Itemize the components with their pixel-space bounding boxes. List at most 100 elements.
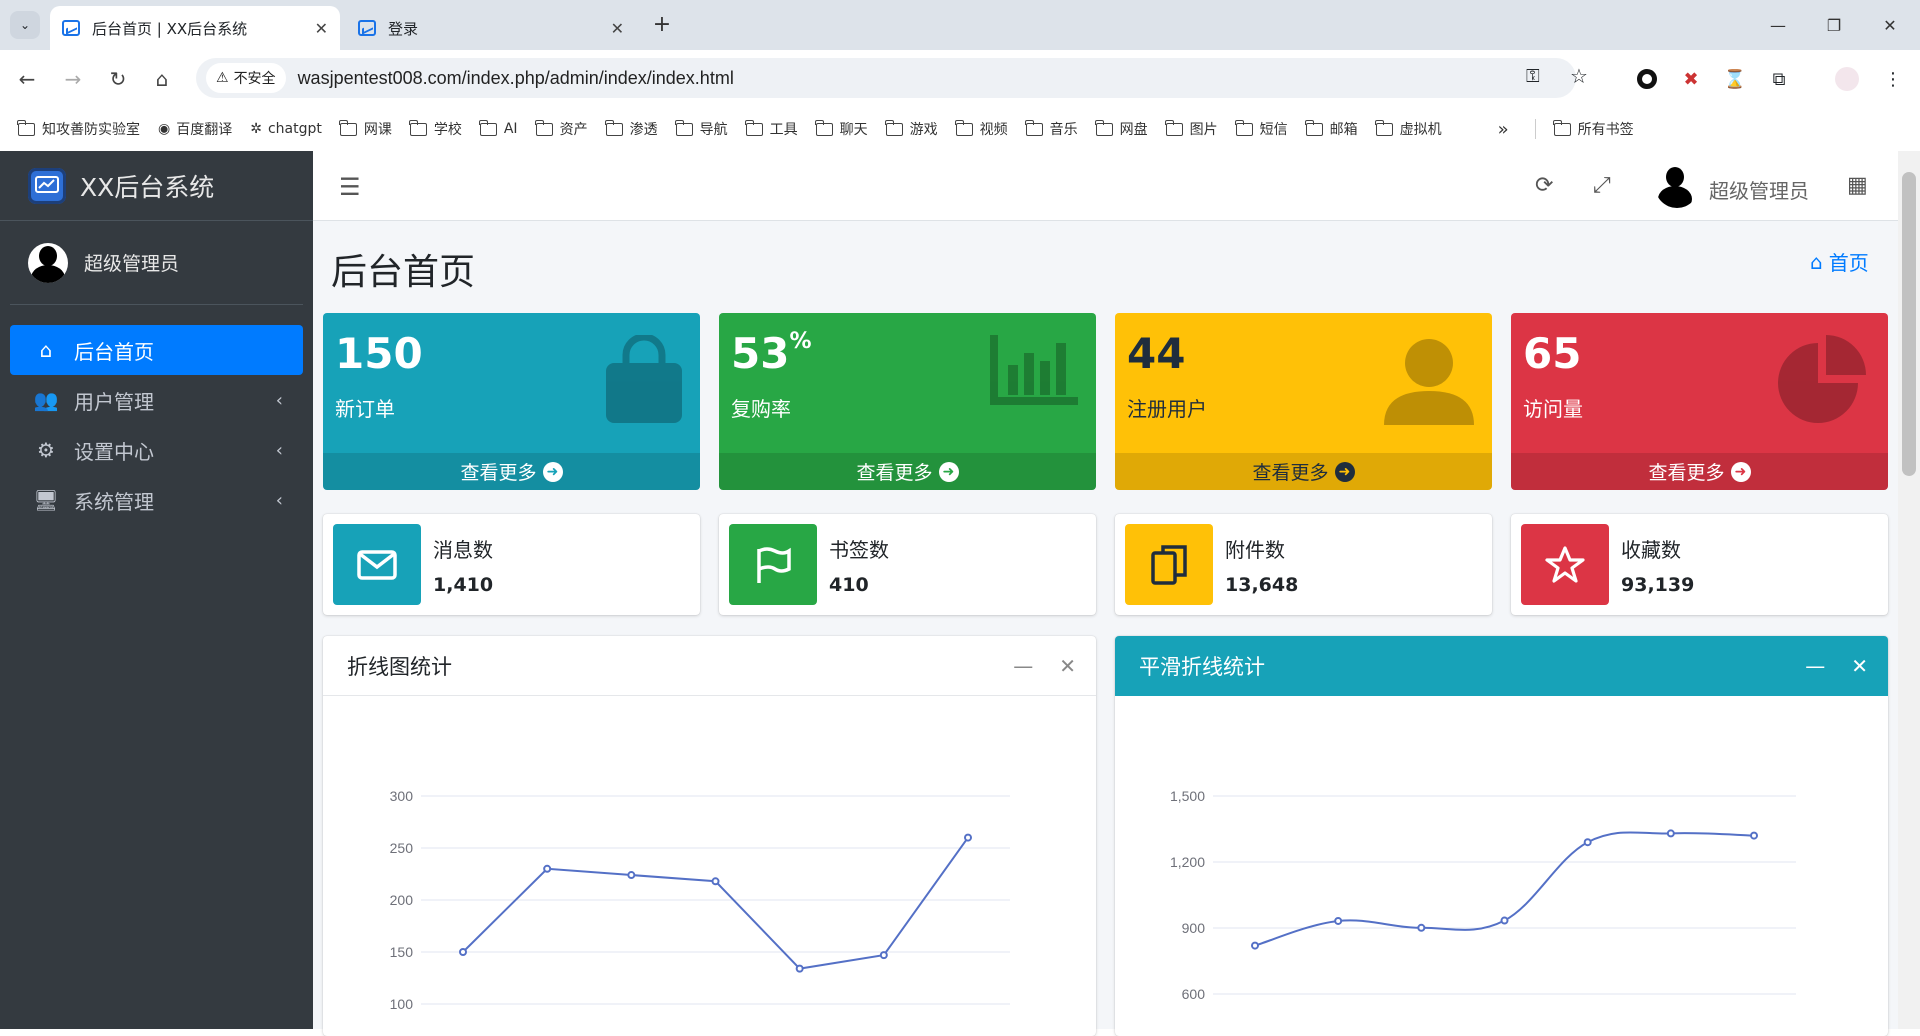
restore-button[interactable]: ❐ [1806, 0, 1862, 50]
y-tick-label: 300 [390, 788, 414, 804]
bookmark-item[interactable]: 知攻善防实验室 [17, 119, 140, 139]
bookmark-item[interactable]: 图片 [1164, 119, 1218, 139]
bookmark-item[interactable]: 网盘 [1094, 119, 1148, 139]
close-tab-icon[interactable]: ✕ [611, 19, 624, 38]
data-point[interactable] [1334, 916, 1343, 925]
y-tick-label: 900 [1182, 920, 1206, 936]
bookmark-item[interactable]: 资产 [534, 119, 588, 139]
url-text[interactable]: wasjpentest008.com/index.php/admin/index… [298, 68, 734, 89]
data-point[interactable] [879, 951, 888, 960]
minus-icon[interactable]: — [1013, 654, 1033, 678]
bookmark-item[interactable]: AI [478, 119, 518, 137]
pie-chart-icon [1778, 335, 1870, 427]
bookmark-item[interactable]: 导航 [674, 119, 728, 139]
bookmark-item[interactable]: 游戏 [884, 119, 938, 139]
user-panel[interactable]: 超级管理员 [10, 221, 303, 305]
data-point[interactable] [795, 964, 804, 973]
bookmark-item[interactable]: ◉ 百度翻译 [158, 119, 232, 139]
home-icon: ⌂ [39, 338, 53, 362]
chevron-left-icon: ‹ [275, 389, 283, 411]
extension-circle-icon[interactable] [1632, 64, 1662, 94]
bookmark-item[interactable]: 短信 [1234, 119, 1288, 139]
data-point[interactable] [1417, 923, 1426, 932]
data-point[interactable] [711, 877, 720, 886]
sidebar-item-label: 设置中心 [74, 439, 154, 464]
folder-icon [1024, 119, 1043, 136]
data-point[interactable] [543, 864, 552, 873]
bookmark-item[interactable]: 渗透 [604, 119, 658, 139]
extensions-puzzle-icon[interactable]: ⧉ [1764, 64, 1794, 94]
bookmark-item[interactable]: 视频 [954, 119, 1008, 139]
new-tab-button[interactable]: + [648, 10, 676, 38]
minus-icon[interactable]: — [1805, 654, 1825, 678]
user-icon [1384, 335, 1474, 429]
sidebar-item-settings[interactable]: ⚙ 设置中心 ‹ [10, 425, 303, 475]
info-box-attachments: 附件数 13,648 [1115, 514, 1492, 615]
reload-icon[interactable]: ↻ [103, 64, 133, 94]
tab-search-button[interactable]: ⌄ [10, 11, 40, 39]
stat-more-link[interactable]: 查看更多 ➜ [1511, 453, 1888, 490]
data-point[interactable] [1666, 829, 1675, 838]
folder-icon [17, 119, 35, 136]
info-box-favorites: 收藏数 93,139 [1511, 514, 1888, 615]
sidebar-item-label: 后台首页 [74, 339, 154, 364]
forward-icon[interactable]: → [58, 64, 88, 94]
chevron-left-icon: ‹ [275, 489, 283, 511]
extension-x-icon[interactable]: ✖ [1676, 64, 1706, 94]
refresh-icon[interactable]: ⟳ [1535, 173, 1553, 198]
close-tab-icon[interactable]: ✕ [315, 19, 328, 38]
home-icon[interactable]: ⌂ [147, 64, 177, 94]
user-name: 超级管理员 [84, 253, 180, 275]
data-point[interactable] [1583, 838, 1592, 847]
bookmark-item[interactable]: 邮箱 [1304, 119, 1358, 139]
key-icon[interactable]: ⚿ [1526, 66, 1540, 87]
browser-tab[interactable]: 登录 ✕ [346, 6, 636, 50]
bookmark-item[interactable]: 音乐 [1024, 119, 1078, 139]
sidebar-item-users[interactable]: 👥 用户管理 ‹ [10, 375, 303, 425]
bookmark-item[interactable]: 虚拟机 [1374, 119, 1442, 139]
bookmark-item[interactable]: 工具 [744, 119, 798, 139]
data-point[interactable] [1251, 941, 1259, 950]
back-icon[interactable]: ← [12, 64, 42, 94]
profile-avatar[interactable] [1832, 64, 1862, 94]
star-icon[interactable]: ☆ [1570, 64, 1588, 88]
close-icon[interactable]: ✕ [1851, 654, 1868, 678]
bookmark-item[interactable]: ✲ chatgpt [250, 121, 322, 137]
bookmark-item[interactable]: 网课 [338, 119, 392, 139]
hamburger-menu-icon[interactable]: ☰ [339, 173, 361, 201]
minimize-button[interactable]: — [1750, 0, 1806, 50]
browser-tab-active[interactable]: 后台首页 | XX后台系统 ✕ [50, 6, 340, 50]
all-bookmarks[interactable]: 所有书签 [1534, 119, 1634, 139]
info-value: 1,410 [433, 574, 494, 596]
address-bar[interactable]: ⚠ 不安全 wasjpentest008.com/index.php/admin… [196, 58, 1588, 98]
close-window-button[interactable]: ✕ [1862, 0, 1918, 50]
security-indicator[interactable]: ⚠ 不安全 [206, 63, 286, 93]
page-title: 后台首页 [331, 252, 476, 293]
flag-icon [729, 524, 817, 605]
data-point[interactable] [964, 833, 972, 842]
brand-link[interactable]: XX后台系统 [0, 151, 313, 221]
avatar[interactable] [1655, 164, 1699, 208]
bookmarks-overflow-button[interactable]: » [1498, 119, 1509, 140]
data-point[interactable] [1500, 916, 1509, 925]
bookmark-item[interactable]: 学校 [408, 119, 462, 139]
data-point[interactable] [627, 871, 636, 880]
extension-hourglass-icon[interactable]: ⌛ [1720, 64, 1750, 94]
sidebar-item-system[interactable]: 🖥 系统管理 ‹ [10, 475, 303, 525]
breadcrumb[interactable]: ⌂ 首页 [1810, 247, 1869, 276]
sidebar-item-home[interactable]: ⌂ 后台首页 [10, 325, 303, 375]
stat-more-link[interactable]: 查看更多 ➜ [1115, 453, 1492, 490]
data-point[interactable] [459, 948, 467, 956]
stat-more-link[interactable]: 查看更多 ➜ [323, 453, 700, 490]
bookmark-item[interactable]: 聊天 [814, 119, 868, 139]
browser-menu-icon[interactable]: ⋮ [1878, 64, 1908, 94]
scrollbar-thumb[interactable] [1902, 172, 1916, 476]
y-tick-label: 200 [390, 892, 414, 908]
fullscreen-icon[interactable]: ⤢ [1593, 173, 1611, 198]
folder-icon [744, 119, 763, 136]
navbar-user-name[interactable]: 超级管理员 [1709, 175, 1809, 204]
grid-apps-icon[interactable]: ▦ [1847, 173, 1868, 198]
stat-more-link[interactable]: 查看更多 ➜ [719, 453, 1096, 490]
close-icon[interactable]: ✕ [1059, 654, 1076, 678]
data-point[interactable] [1750, 831, 1758, 840]
